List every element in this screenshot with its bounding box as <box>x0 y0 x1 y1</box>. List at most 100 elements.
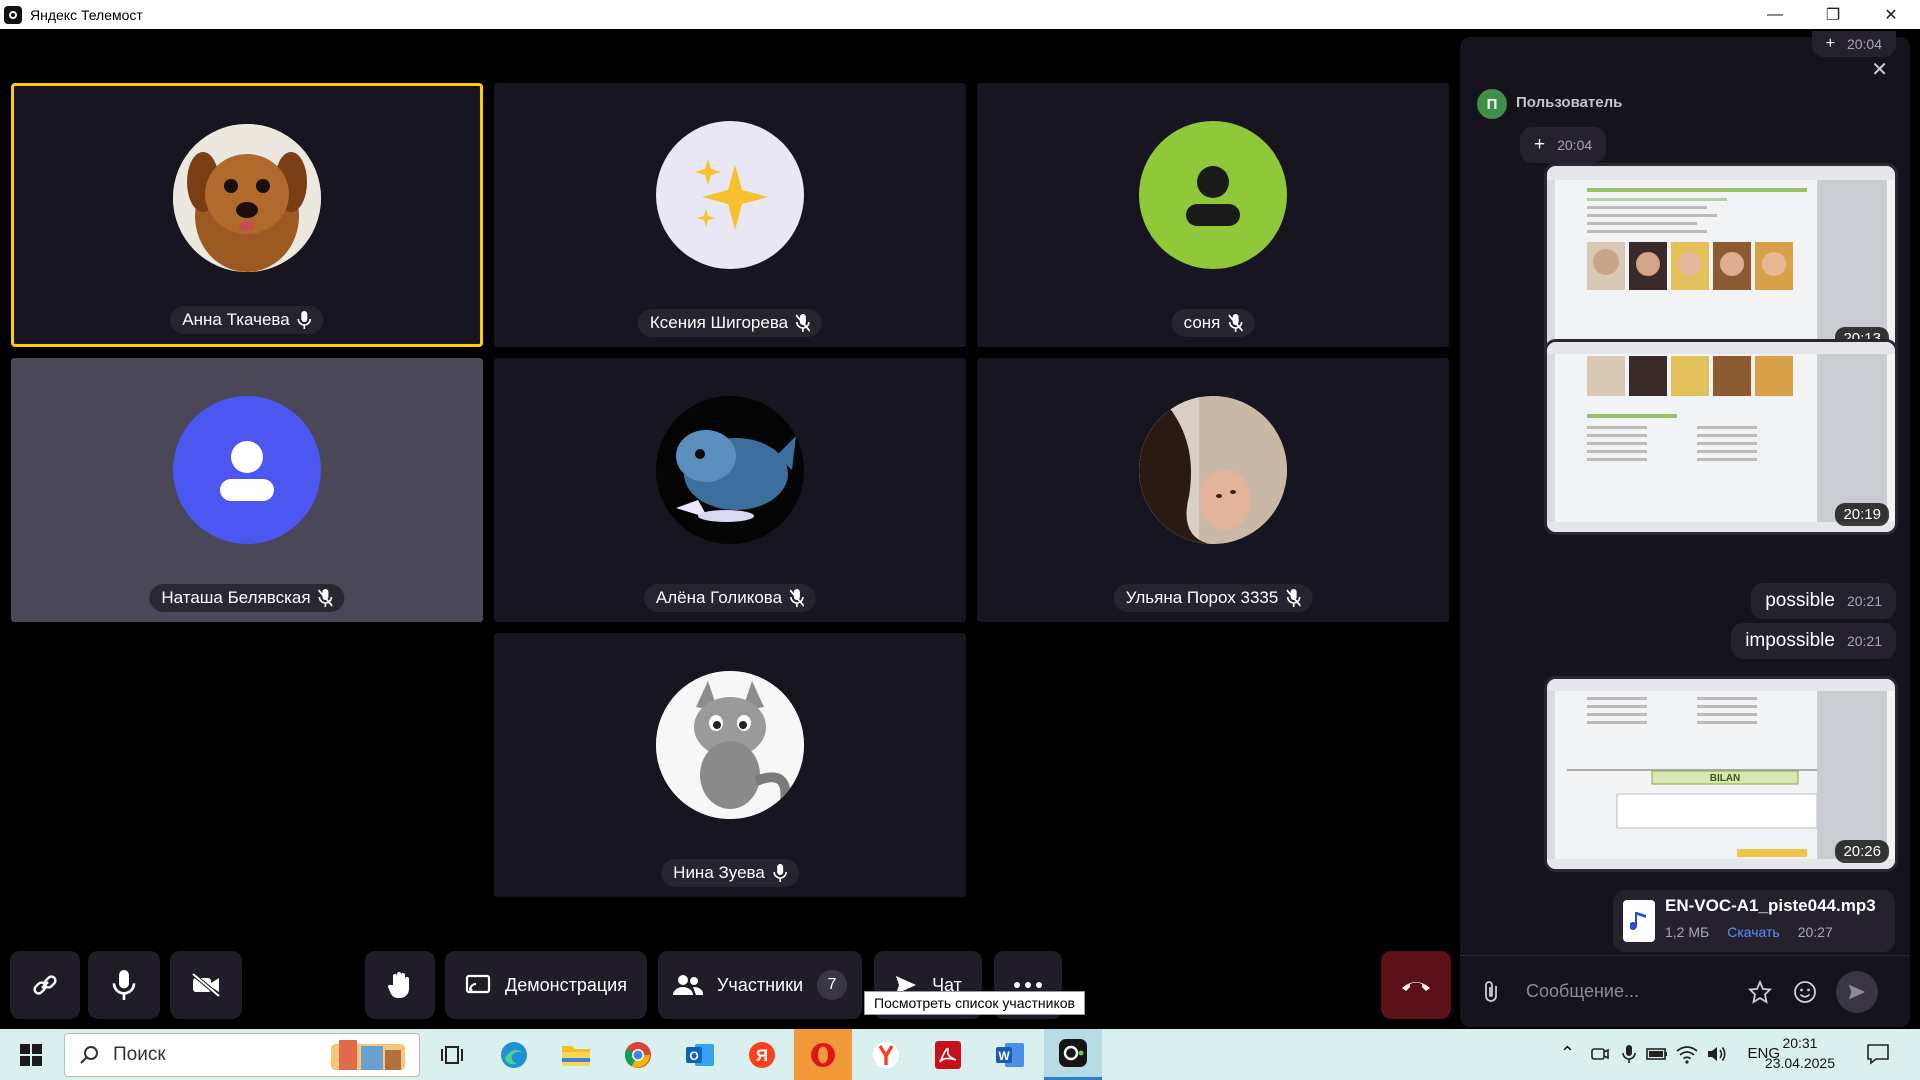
taskbar-clock[interactable]: 20:31 23.04.2025 <box>1765 1033 1835 1073</box>
folder-icon <box>562 1045 590 1066</box>
start-button[interactable] <box>8 1029 54 1080</box>
taskbar-acrobat[interactable] <box>924 1029 972 1080</box>
attach-icon[interactable] <box>1482 980 1502 1004</box>
camera-off-icon <box>191 973 221 997</box>
title-bar: Яндекс Телемост — ❐ ✕ <box>0 0 1920 29</box>
message-time: 20:21 <box>1846 633 1882 649</box>
volume-icon[interactable] <box>1706 1044 1728 1064</box>
participant-tile[interactable]: Ксения Шигорева <box>494 83 966 347</box>
sender-avatar: П <box>1477 89 1507 119</box>
close-window-button[interactable]: ✕ <box>1862 0 1920 29</box>
participant-name-pill: Ульяна Порох 3335 <box>1113 584 1313 612</box>
mic-off-icon <box>318 589 333 607</box>
send-message-button[interactable] <box>1836 970 1878 1013</box>
chat-message: possible 20:21 <box>1751 583 1896 619</box>
wifi-icon[interactable] <box>1676 1044 1698 1064</box>
word-icon: W <box>996 1042 1024 1067</box>
battery-icon[interactable] <box>1646 1046 1668 1062</box>
raise-hand-button[interactable] <box>365 951 435 1019</box>
mic-icon <box>297 311 312 329</box>
telemost-logo-icon <box>4 5 22 24</box>
taskbar-telemost[interactable] <box>1044 1029 1102 1080</box>
microphone-toggle-button[interactable] <box>88 951 160 1019</box>
chat-panel: + 20:04 ✕ П Пользователь + 20:04 20:19 p… <box>1460 29 1920 1029</box>
avatar <box>656 121 804 269</box>
edge-icon <box>501 1041 527 1068</box>
participant-name: Анна Ткачева <box>182 310 290 329</box>
taskbar-yandex-browser[interactable]: Я <box>738 1029 786 1080</box>
svg-text:W: W <box>998 1049 1010 1063</box>
screen-share-label: Демонстрация <box>505 974 627 995</box>
chat-message: + 20:04 <box>1520 127 1607 163</box>
hand-icon <box>387 972 409 999</box>
participants-button[interactable]: Участники 7 <box>658 951 862 1019</box>
clock-time: 20:31 <box>1782 1035 1818 1051</box>
mic-off-icon <box>1228 314 1243 332</box>
close-chat-icon[interactable]: ✕ <box>1871 57 1888 82</box>
camera-toggle-button[interactable] <box>170 951 242 1019</box>
participant-tile[interactable]: соня <box>977 83 1449 347</box>
chat-image-message[interactable]: BILAN 20:26 <box>1544 676 1898 872</box>
clock-date: 23.04.2025 <box>1764 1055 1835 1071</box>
chat-file-message[interactable]: EN-VOC-A1_piste044.mp3 1,2 МБ Скачать 20… <box>1613 890 1895 952</box>
end-call-button[interactable] <box>1381 951 1451 1019</box>
participant-tile[interactable]: Нина Зуева <box>494 633 966 897</box>
participant-tile[interactable]: Алёна Голикова <box>494 358 966 622</box>
taskbar-yandex[interactable] <box>862 1029 910 1080</box>
file-name: EN-VOC-A1_piste044.mp3 <box>1665 896 1876 915</box>
search-label: Поиск <box>113 1044 166 1065</box>
meet-now-icon[interactable] <box>1590 1044 1610 1064</box>
pdf-icon <box>935 1040 961 1069</box>
taskbar-outlook[interactable]: O <box>676 1029 724 1080</box>
participant-name-pill: Нина Зуева <box>661 859 799 887</box>
taskbar-opera[interactable] <box>794 1029 852 1080</box>
sparkles-icon <box>695 159 768 230</box>
mic-icon <box>112 970 136 1000</box>
participant-name-pill: Ксения Шигорева <box>637 309 823 337</box>
taskbar-explorer[interactable] <box>552 1029 600 1080</box>
window-title: Яндекс Телемост <box>30 6 143 23</box>
copy-link-button[interactable] <box>10 951 80 1019</box>
mic-off-icon <box>790 589 805 607</box>
svg-text:O: O <box>689 1049 698 1063</box>
avatar <box>173 124 321 272</box>
avatar <box>656 671 804 819</box>
message-time: 20:27 <box>1797 924 1833 940</box>
taskbar-chrome[interactable] <box>614 1029 662 1080</box>
participant-name: Ксения Шигорева <box>649 313 789 332</box>
tray-mic-icon[interactable] <box>1622 1043 1636 1065</box>
svg-text:Я: Я <box>756 1046 768 1065</box>
emoji-icon[interactable] <box>1793 980 1817 1004</box>
minimize-button[interactable]: — <box>1746 0 1804 29</box>
outlook-icon: O <box>686 1043 714 1066</box>
file-size: 1,2 МБ <box>1665 924 1710 940</box>
chat-image-message[interactable]: 20:13 <box>1544 163 1898 359</box>
star-icon[interactable] <box>1748 979 1772 1004</box>
search-highlight-icon <box>331 1040 405 1070</box>
chat-input-bar: Сообщение... <box>1460 955 1910 1027</box>
taskbar-edge[interactable] <box>490 1029 538 1080</box>
participant-tile[interactable]: Ульяна Порох 3335 <box>977 358 1449 622</box>
participant-tile[interactable]: Наташа Белявская <box>11 358 483 622</box>
notifications-icon[interactable] <box>1866 1043 1890 1065</box>
message-input[interactable]: Сообщение... <box>1526 981 1639 1002</box>
send-icon <box>1848 984 1866 999</box>
participants-count-badge: 7 <box>817 970 847 1000</box>
participant-tile[interactable]: Анна Ткачева <box>11 83 483 347</box>
user-placeholder-icon <box>1186 166 1240 226</box>
chat-image-message[interactable]: 20:19 <box>1544 339 1898 535</box>
mic-off-icon <box>796 314 811 332</box>
show-hidden-icons-icon[interactable]: ⌃ <box>1560 1043 1575 1064</box>
chrome-icon <box>624 1041 651 1068</box>
user-photo-icon <box>1139 396 1287 544</box>
taskbar-word[interactable]: W <box>986 1029 1034 1080</box>
download-link[interactable]: Скачать <box>1727 924 1780 940</box>
task-view-button[interactable] <box>430 1029 474 1080</box>
maximize-button[interactable]: ❐ <box>1804 0 1862 29</box>
avatar <box>1139 396 1287 544</box>
taskbar-search[interactable]: Поиск <box>64 1033 420 1077</box>
sender-name: Пользователь <box>1516 94 1623 111</box>
hang-up-icon <box>1402 982 1430 991</box>
avatar <box>656 396 804 544</box>
screen-share-button[interactable]: Демонстрация <box>445 951 647 1019</box>
